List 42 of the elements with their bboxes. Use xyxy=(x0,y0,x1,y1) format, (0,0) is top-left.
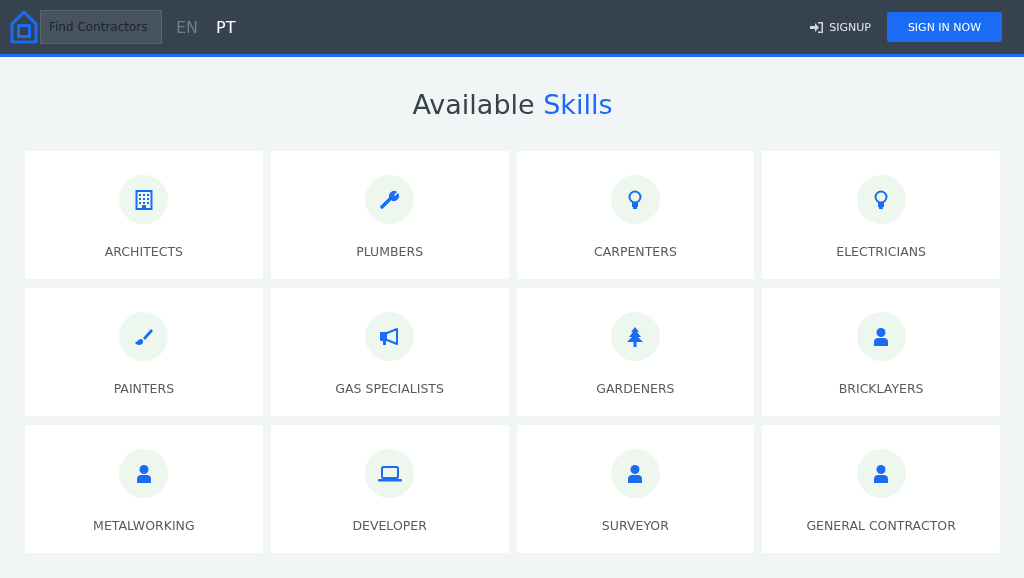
section-title: Available Skills xyxy=(411,88,614,122)
skill-card[interactable]: GAS SPECIALISTS xyxy=(270,288,509,416)
building-icon xyxy=(134,189,153,210)
lightbulb-icon xyxy=(874,189,889,210)
sign-in-icon xyxy=(810,21,824,33)
language-option[interactable]: PT xyxy=(212,17,240,37)
skill-label: GAS SPECIALISTS xyxy=(335,381,444,396)
megaphone-icon xyxy=(378,326,401,347)
skill-card[interactable]: BRICKLAYERS xyxy=(762,288,1000,416)
skill-label: DEVELOPER xyxy=(352,518,427,533)
signup-link[interactable]: SIGNUP xyxy=(810,10,882,44)
skill-card[interactable]: CARPENTERS xyxy=(516,151,755,279)
paintbrush-icon xyxy=(133,326,154,347)
skill-label: CARPENTERS xyxy=(593,244,677,259)
lightbulb-icon xyxy=(628,189,643,210)
skill-card[interactable]: METALWORKING xyxy=(25,425,263,553)
skill-card[interactable]: ARCHITECTS xyxy=(25,151,263,279)
skill-label: GENERAL CONTRACTOR xyxy=(806,518,956,533)
skill-label: METALWORKING xyxy=(93,518,195,533)
skill-label: ARCHITECTS xyxy=(104,244,183,259)
person-icon xyxy=(135,464,152,483)
person-icon xyxy=(873,327,890,346)
person-icon xyxy=(873,464,890,483)
skill-label: BRICKLAYERS xyxy=(838,381,924,396)
skill-label: ELECTRICIANS xyxy=(836,244,926,259)
person-icon xyxy=(627,464,644,483)
wrench-icon xyxy=(379,189,400,210)
skill-card[interactable]: ELECTRICIANS xyxy=(762,151,1000,279)
skill-card[interactable]: PAINTERS xyxy=(25,288,263,416)
skill-card[interactable]: PLUMBERS xyxy=(270,151,509,279)
skill-card[interactable]: SURVEYOR xyxy=(516,425,755,553)
sign-in-button[interactable]: SIGN IN NOW xyxy=(887,12,1002,42)
skill-card[interactable]: DEVELOPER xyxy=(270,425,509,553)
skill-label: GARDENERS xyxy=(596,381,675,396)
laptop-icon xyxy=(377,465,402,482)
skill-label: PLUMBERS xyxy=(356,244,424,259)
tree-icon xyxy=(626,326,645,347)
skill-label: PAINTERS xyxy=(113,381,175,396)
house-logo-icon[interactable] xyxy=(10,10,38,44)
skill-label: SURVEYOR xyxy=(601,518,669,533)
skill-card[interactable]: GARDENERS xyxy=(516,288,755,416)
skill-card[interactable]: GENERAL CONTRACTOR xyxy=(762,425,1000,553)
